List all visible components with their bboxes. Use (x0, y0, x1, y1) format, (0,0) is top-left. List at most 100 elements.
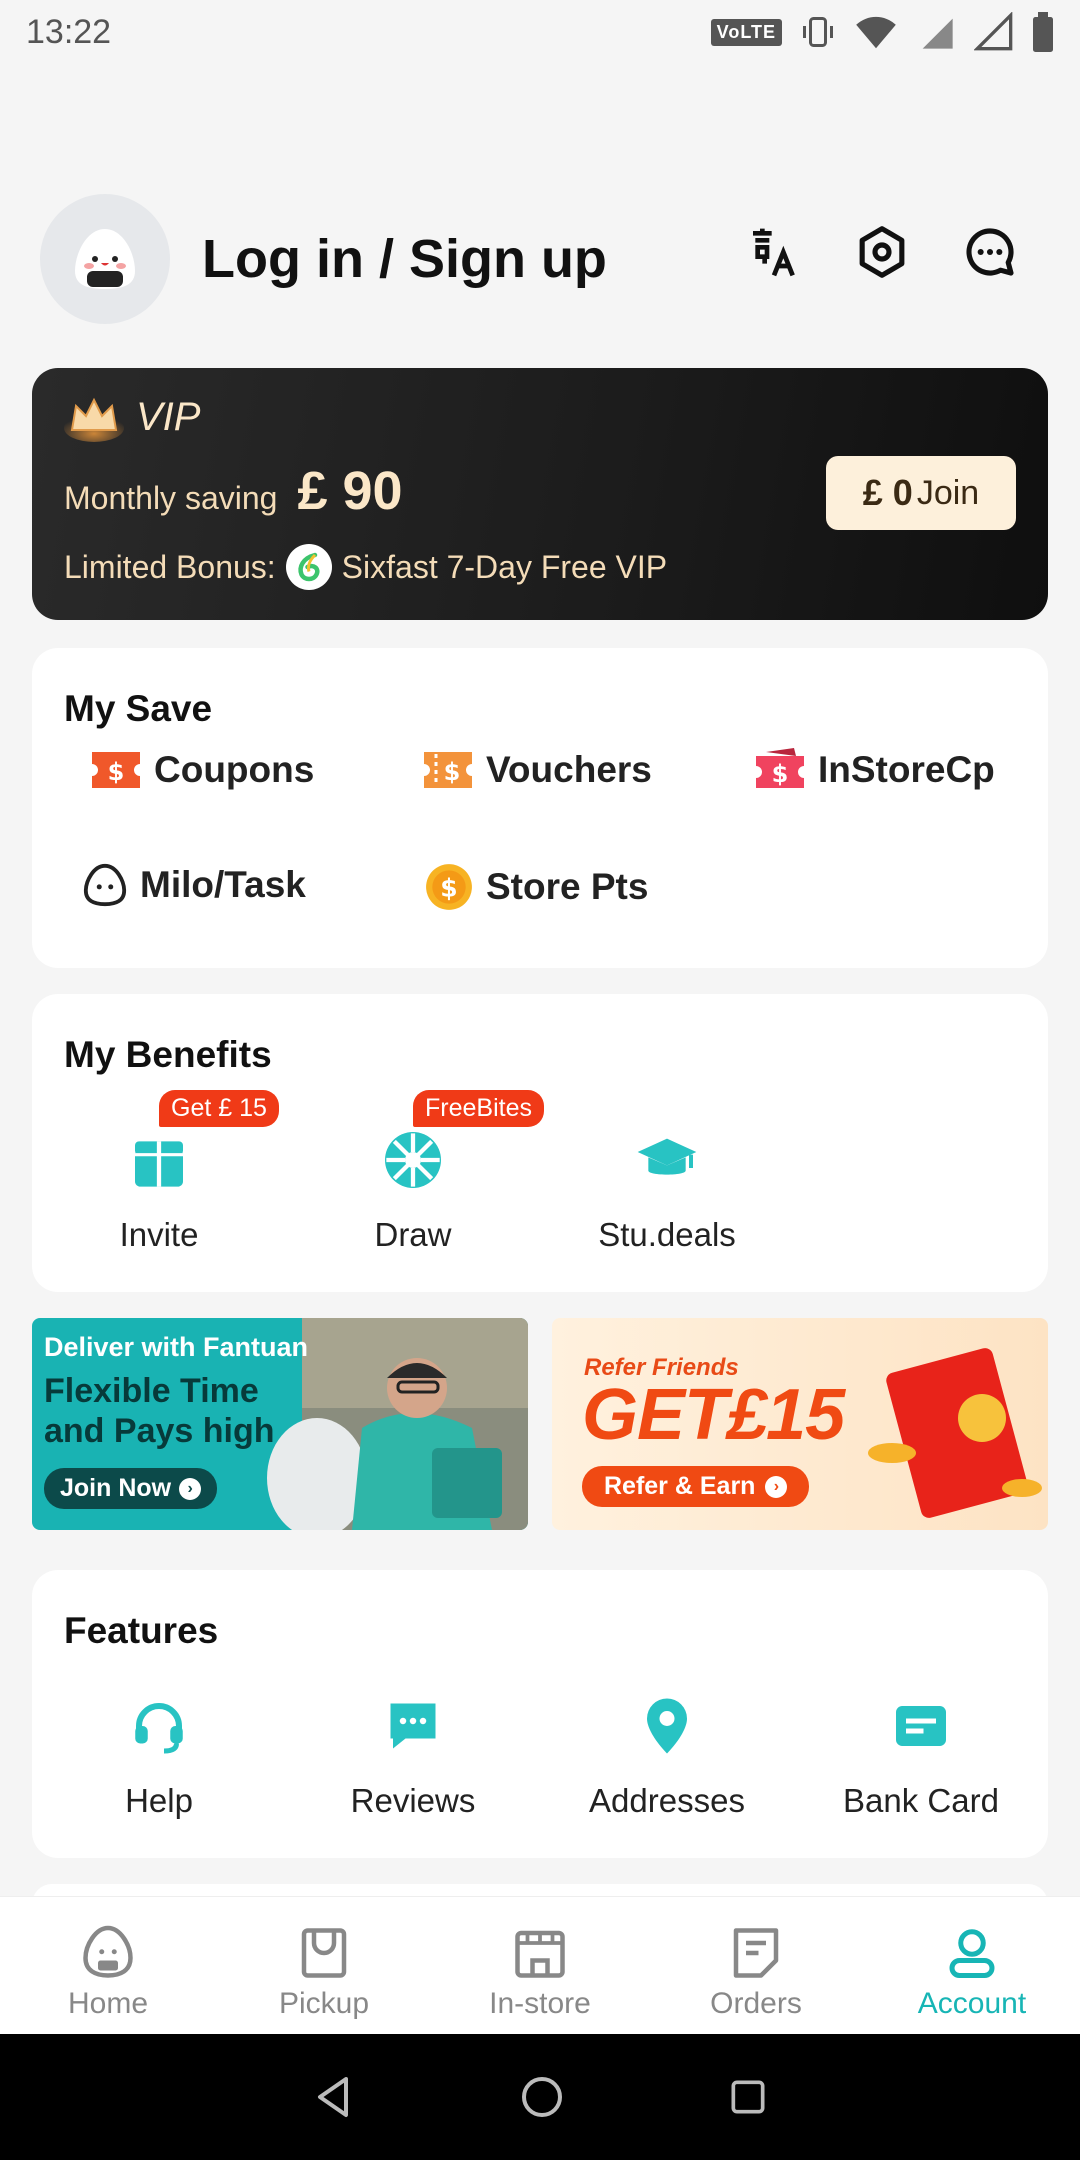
nav-home-label: Home (67, 1987, 149, 2020)
draw-badge: FreeBites (413, 1090, 544, 1127)
store-icon (515, 1930, 565, 1978)
arrow-circle-icon: › (179, 1477, 202, 1500)
arrow-circle-icon: › (765, 1475, 788, 1498)
help-label: Help (125, 1782, 193, 1819)
vip-card[interactable]: VIP Monthly saving £ 90 Limited Bonus: S… (32, 368, 1048, 620)
svg-text:$: $ (108, 758, 125, 786)
login-signup-link[interactable]: Log in / Sign up (202, 228, 607, 290)
bank-card-label: Bank Card (843, 1782, 999, 1819)
home-icon (83, 1925, 133, 1978)
deliver-line1: Deliver with Fantuan (44, 1332, 309, 1362)
join-now-button[interactable]: Join Now › (44, 1468, 218, 1509)
home-circle-icon[interactable] (518, 2073, 566, 2121)
wheel-icon (385, 1132, 441, 1188)
my-benefits-title: My Benefits (64, 1034, 272, 1075)
bag-icon (301, 1928, 347, 1978)
status-bar: 13:22 VoLTE (0, 0, 1080, 64)
signal-x-icon (922, 18, 953, 49)
sixfast-logo-icon (285, 544, 332, 590)
graduation-cap-icon (637, 1138, 697, 1175)
deliver-with-fantuan-banner[interactable]: Deliver with Fantuan Flexible Time and P… (32, 1318, 528, 1530)
deliver-line2: Flexible Time (44, 1372, 259, 1410)
account-icon (949, 1929, 995, 1978)
nav-in-store-label: In-store (489, 1987, 591, 2020)
draw-button[interactable]: FreeBites Draw (313, 1090, 544, 1254)
refer-earn-button[interactable]: Refer & Earn › (582, 1466, 810, 1507)
settings-icon[interactable] (854, 224, 910, 280)
store-points-label: Store Pts (486, 866, 649, 907)
svg-text:$: $ (772, 760, 789, 788)
account-header: Log in / Sign up (40, 194, 1040, 324)
nav-orders[interactable]: Orders (648, 1897, 864, 2034)
battery-icon (1033, 12, 1053, 52)
status-time: 13:22 (26, 12, 112, 51)
deliver-line3: and Pays high (44, 1412, 275, 1450)
gift-icon (135, 1141, 183, 1187)
message-icon[interactable] (962, 224, 1018, 280)
vouchers-button[interactable]: $ Vouchers (422, 748, 652, 792)
milo-task-label: Milo/Task (140, 864, 306, 905)
invite-button[interactable]: Get £ 15 Invite (59, 1090, 279, 1254)
join-now-label: Join Now (60, 1474, 172, 1502)
bank-card-icon (896, 1706, 946, 1746)
student-deals-button[interactable]: Stu.deals (567, 1128, 767, 1254)
coupons-button[interactable]: $ Coupons (90, 748, 314, 792)
instore-coupon-label: InStoreCp (818, 749, 995, 790)
coupons-label: Coupons (154, 749, 315, 790)
volte-icon: VoLTE (710, 18, 782, 46)
coupon-icon: $ (92, 752, 140, 788)
monthly-saving-label: Monthly saving (64, 480, 278, 516)
vip-title: VIP (64, 392, 200, 442)
my-save-card: My Save $ Coupons $ Vouchers $ InStoreCp… (32, 648, 1048, 968)
join-amount: £ 0 (862, 472, 913, 513)
header-actions (746, 224, 1018, 280)
nav-account[interactable]: Account (864, 1897, 1080, 2034)
headset-icon (135, 1703, 183, 1754)
nav-account-label: Account (917, 1987, 1027, 2020)
nav-pickup-label: Pickup (278, 1987, 370, 2020)
avatar[interactable] (40, 194, 170, 324)
svg-text:$: $ (440, 873, 457, 902)
voucher-icon: $ (424, 752, 472, 788)
vip-bonus: Limited Bonus: Sixfast 7-Day Free VIP (64, 544, 667, 590)
nav-orders-label: Orders (710, 1987, 802, 2020)
back-icon[interactable] (310, 2073, 358, 2121)
help-button[interactable]: Help (34, 1696, 284, 1820)
reviews-button[interactable]: Reviews (288, 1696, 538, 1820)
orders-icon (733, 1928, 779, 1978)
invite-badge: Get £ 15 (159, 1090, 279, 1127)
nav-home[interactable]: Home (0, 1897, 216, 2034)
draw-label: Draw (374, 1216, 452, 1253)
store-points-button[interactable]: $ Store Pts (424, 862, 648, 912)
instore-coupon-button[interactable]: $ InStoreCp (754, 748, 995, 792)
svg-text:$: $ (444, 758, 461, 786)
features-title: Features (64, 1610, 219, 1651)
translate-icon[interactable] (746, 224, 802, 280)
refer-line2: GET£15 (582, 1375, 845, 1455)
my-save-title: My Save (64, 688, 213, 729)
vibrate-icon (803, 17, 833, 47)
bank-card-button[interactable]: Bank Card (796, 1696, 1046, 1820)
addresses-label: Addresses (589, 1782, 745, 1819)
student-deals-label: Stu.deals (598, 1216, 736, 1253)
addresses-button[interactable]: Addresses (542, 1696, 792, 1820)
nav-pickup[interactable]: Pickup (216, 1897, 432, 2034)
rice-ball-mascot-icon (75, 229, 135, 289)
milo-task-button[interactable]: Milo/Task (82, 862, 306, 908)
bottom-navigation: Home Pickup In-store Orders Account (0, 1896, 1080, 2034)
nav-in-store[interactable]: In-store (432, 1897, 648, 2034)
crown-icon (64, 397, 124, 442)
vouchers-label: Vouchers (486, 749, 652, 790)
refer-friends-banner[interactable]: Refer Friends GET£15 Refer & Earn › (552, 1318, 1048, 1530)
status-icons: VoLTE (710, 12, 1054, 52)
vip-saving: Monthly saving £ 90 (64, 460, 403, 522)
bonus-text: Sixfast 7-Day Free VIP (341, 548, 668, 585)
wifi-icon (856, 16, 896, 49)
system-navigation-bar (0, 2034, 1080, 2160)
join-label: Join (916, 473, 980, 512)
reviews-label: Reviews (350, 1782, 476, 1819)
features-card: Features Help Reviews Addresses Bank Car… (32, 1570, 1048, 1858)
vip-join-button[interactable]: £ 0 Join (826, 456, 1016, 530)
recents-icon[interactable] (726, 2075, 770, 2119)
bonus-label: Limited Bonus: (64, 548, 276, 585)
